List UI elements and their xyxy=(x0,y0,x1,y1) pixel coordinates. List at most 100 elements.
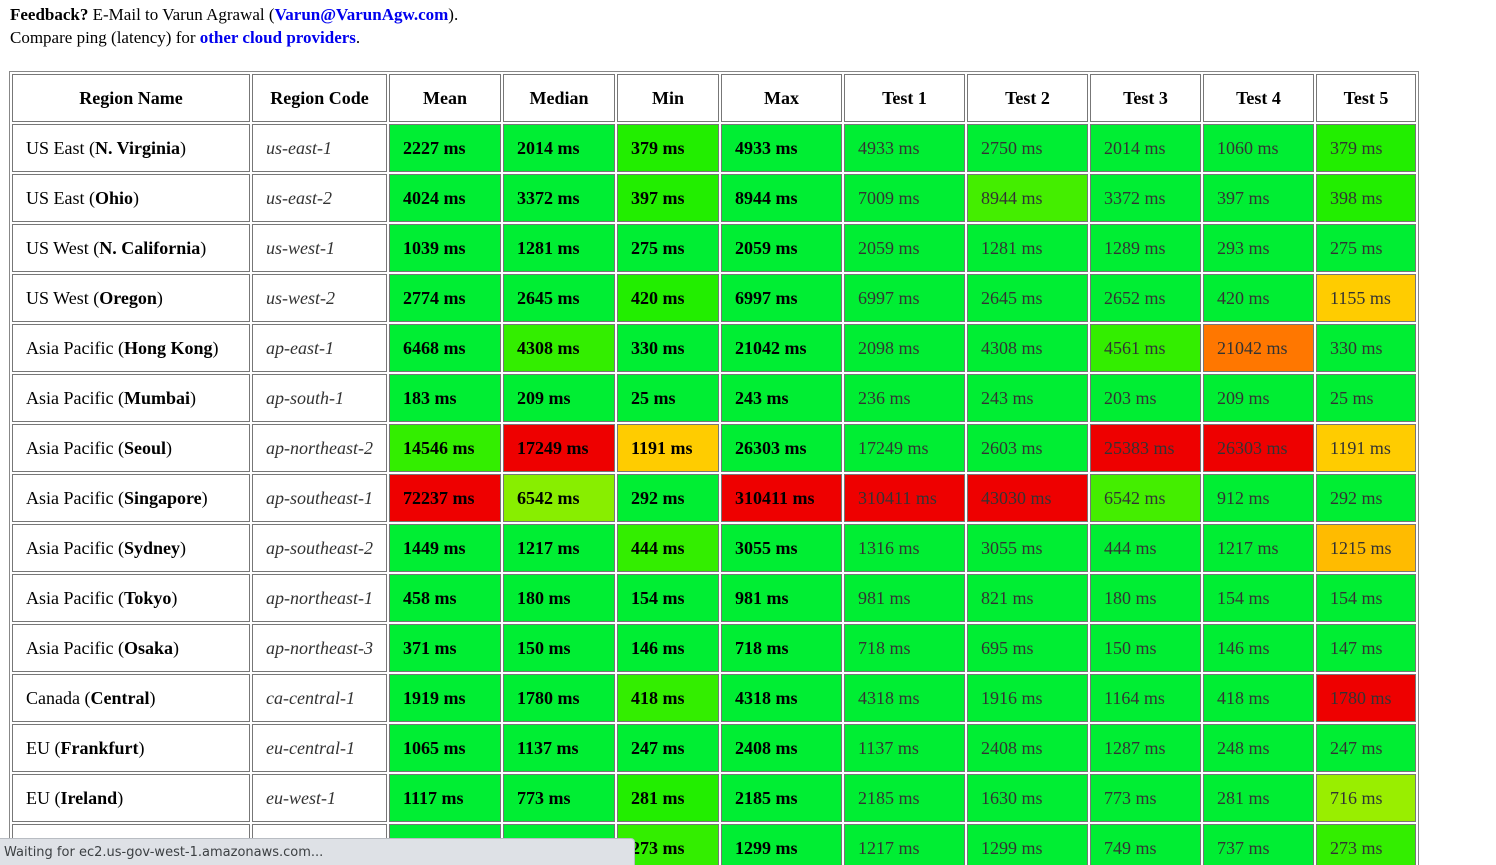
latency-cell: 236 ms xyxy=(844,374,965,422)
region-name-cell: US East (Ohio) xyxy=(12,174,250,222)
region-prefix: US West xyxy=(26,287,94,308)
latency-cell: 26303 ms xyxy=(1203,424,1314,472)
email-link[interactable]: Varun@VarunAgw.com xyxy=(275,5,449,24)
column-header-median: Median xyxy=(503,74,615,122)
latency-cell: 203 ms xyxy=(1090,374,1201,422)
latency-cell: 2645 ms xyxy=(967,274,1088,322)
latency-cell: 718 ms xyxy=(844,624,965,672)
latency-cell: 821 ms xyxy=(967,574,1088,622)
table-row: Asia Pacific (Mumbai) ap-south-1 183 ms 209… xyxy=(12,374,1416,422)
latency-cell: 1217 ms xyxy=(503,524,615,572)
latency-cell: 1780 ms xyxy=(1316,674,1416,722)
latency-cell: 180 ms xyxy=(503,574,615,622)
table-row: US West (Oregon) us-west-2 2774 ms 2645 ms 4… xyxy=(12,274,1416,322)
latency-cell: 1191 ms xyxy=(617,424,719,472)
latency-cell: 1316 ms xyxy=(844,524,965,572)
region-prefix: US East xyxy=(26,137,89,158)
latency-cell: 1916 ms xyxy=(967,674,1088,722)
latency-cell: 2059 ms xyxy=(721,224,842,272)
region-prefix: Asia Pacific xyxy=(26,387,118,408)
latency-cell: 1215 ms xyxy=(1316,524,1416,572)
latency-cell: 1164 ms xyxy=(1090,674,1201,722)
region-place: N. California xyxy=(99,237,201,258)
latency-cell: 773 ms xyxy=(503,774,615,822)
other-providers-link[interactable]: other cloud providers xyxy=(200,28,356,47)
latency-cell: 17249 ms xyxy=(503,424,615,472)
latency-cell: 912 ms xyxy=(1203,474,1314,522)
compare-text: Compare ping (latency) for xyxy=(10,28,200,47)
latency-cell: 21042 ms xyxy=(721,324,842,372)
latency-cell: 4024 ms xyxy=(389,174,501,222)
latency-cell: 330 ms xyxy=(1316,324,1416,372)
latency-cell: 25383 ms xyxy=(1090,424,1201,472)
latency-cell: 737 ms xyxy=(1203,824,1314,865)
latency-cell: 1449 ms xyxy=(389,524,501,572)
latency-cell: 72237 ms xyxy=(389,474,501,522)
region-place: Ireland xyxy=(60,787,118,808)
region-code-cell: ap-south-1 xyxy=(252,374,387,422)
region-name-cell: EU (Frankfurt) xyxy=(12,724,250,772)
paren-close: ) xyxy=(138,737,145,758)
latency-cell: 3055 ms xyxy=(967,524,1088,572)
table-row: Asia Pacific (Seoul) ap-northeast-2 14546 … xyxy=(12,424,1416,472)
region-code-cell: eu-central-1 xyxy=(252,724,387,772)
paren-close: ) xyxy=(133,187,140,208)
latency-cell: 25 ms xyxy=(617,374,719,422)
feedback-text: E-Mail to Varun Agrawal ( xyxy=(88,5,275,24)
latency-cell: 4318 ms xyxy=(844,674,965,722)
region-name-cell: Asia Pacific (Osaka) xyxy=(12,624,250,672)
latency-cell: 147 ms xyxy=(1316,624,1416,672)
latency-cell: 1155 ms xyxy=(1316,274,1416,322)
latency-cell: 4308 ms xyxy=(503,324,615,372)
latency-cell: 243 ms xyxy=(721,374,842,422)
paren-close: ) xyxy=(189,387,196,408)
latency-cell: 6997 ms xyxy=(721,274,842,322)
latency-cell: 773 ms xyxy=(1090,774,1201,822)
latency-cell: 209 ms xyxy=(1203,374,1314,422)
latency-cell: 2059 ms xyxy=(844,224,965,272)
paren-close: ) xyxy=(180,537,186,558)
feedback-end: ). xyxy=(448,5,459,24)
latency-cell: 3055 ms xyxy=(721,524,842,572)
region-name-cell: Asia Pacific (Singapore) xyxy=(12,474,250,522)
latency-cell: 2408 ms xyxy=(721,724,842,772)
intro-text: Feedback? E-Mail to Varun Agrawal (Varun… xyxy=(10,3,458,49)
region-place: Seoul xyxy=(123,437,166,458)
latency-cell: 43030 ms xyxy=(967,474,1088,522)
column-header-test-3: Test 3 xyxy=(1090,74,1201,122)
latency-cell: 1117 ms xyxy=(389,774,501,822)
latency-cell: 1630 ms xyxy=(967,774,1088,822)
region-name-cell: Asia Pacific (Tokyo) xyxy=(12,574,250,622)
region-code-cell: eu-west-1 xyxy=(252,774,387,822)
latency-cell: 6542 ms xyxy=(1090,474,1201,522)
column-header-region-name: Region Name xyxy=(12,74,250,122)
region-prefix: Asia Pacific xyxy=(26,487,118,508)
latency-cell: 248 ms xyxy=(1203,724,1314,772)
latency-cell: 1137 ms xyxy=(844,724,965,772)
latency-cell: 716 ms xyxy=(1316,774,1416,822)
region-prefix: Asia Pacific xyxy=(26,537,118,558)
region-prefix: Canada xyxy=(26,687,85,708)
paren-close: ) xyxy=(171,587,178,608)
latency-cell: 4933 ms xyxy=(844,124,965,172)
region-name-cell: US West (N. California) xyxy=(12,224,250,272)
column-header-test-4: Test 4 xyxy=(1203,74,1314,122)
latency-cell: 1299 ms xyxy=(721,824,842,865)
latency-cell: 2098 ms xyxy=(844,324,965,372)
latency-cell: 310411 ms xyxy=(721,474,842,522)
page: Feedback? E-Mail to Varun Agrawal (Varun… xyxy=(0,0,1496,865)
latency-cell: 281 ms xyxy=(617,774,719,822)
region-name-cell: Asia Pacific (Sydney) xyxy=(12,524,250,572)
region-name-cell: Asia Pacific (Hong Kong) xyxy=(12,324,250,372)
latency-cell: 371 ms xyxy=(389,624,501,672)
table-row: EU (Frankfurt) eu-central-1 1065 ms 1137 ms… xyxy=(12,724,1416,772)
latency-cell: 1217 ms xyxy=(844,824,965,865)
table-header-row: Region Name Region Code Mean Median Min Max Te… xyxy=(12,74,1416,122)
region-prefix: US West xyxy=(26,237,94,258)
column-header-min: Min xyxy=(617,74,719,122)
table-row: US East (Ohio) us-east-2 4024 ms 3372 ms 397… xyxy=(12,174,1416,222)
latency-cell: 2774 ms xyxy=(389,274,501,322)
region-prefix: Asia Pacific xyxy=(26,437,118,458)
table-row: Asia Pacific (Singapore) ap-southeast-1 72… xyxy=(12,474,1416,522)
latency-cell: 2185 ms xyxy=(844,774,965,822)
